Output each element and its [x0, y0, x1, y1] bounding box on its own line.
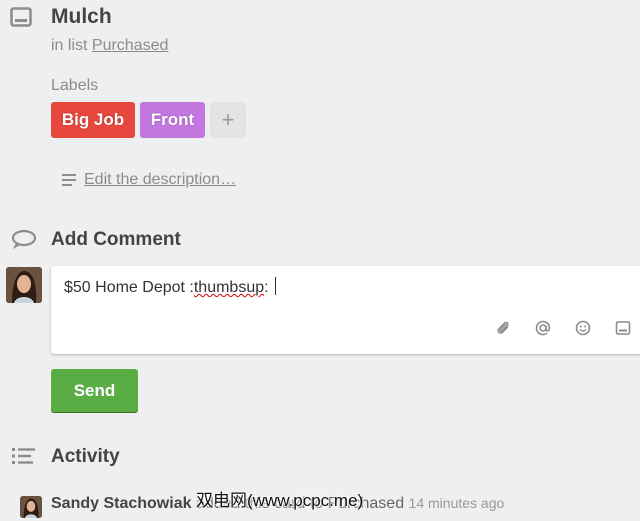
card-list-info: in list Purchased	[51, 37, 168, 55]
comment-text[interactable]: $50 Home Depot :thumbsup:	[64, 277, 277, 297]
activity-user[interactable]: Sandy Stachowiak	[51, 495, 192, 512]
emoji-icon[interactable]	[575, 320, 591, 336]
comment-text-suffix: :	[264, 279, 274, 296]
activity-avatar	[20, 496, 42, 518]
labels-heading: Labels	[51, 77, 99, 94]
in-list-prefix: in list	[51, 37, 88, 54]
text-caret	[275, 277, 277, 295]
at-mention-icon[interactable]	[535, 320, 551, 336]
description-lines-icon	[62, 174, 76, 186]
activity-heading: Activity	[51, 446, 120, 467]
edit-description-link[interactable]: Edit the description…	[84, 171, 236, 189]
watermark: 双电网(www.pcpc.me)	[196, 491, 364, 510]
activity-list-icon	[12, 448, 35, 464]
card-icon[interactable]	[615, 320, 631, 336]
avatar-photo	[20, 496, 42, 518]
card-title[interactable]: Mulch	[51, 5, 112, 29]
comment-text-prefix: $50 Home Depot :	[64, 279, 194, 296]
avatar-photo	[6, 267, 42, 303]
card-icon	[10, 7, 32, 27]
comment-input[interactable]: $50 Home Depot :thumbsup:	[51, 266, 640, 354]
add-label-button[interactable]: +	[210, 102, 246, 138]
label-front[interactable]: Front	[140, 102, 205, 138]
label-big-job[interactable]: Big Job	[51, 102, 135, 138]
avatar	[6, 267, 42, 303]
paperclip-icon[interactable]	[495, 320, 511, 336]
send-button[interactable]: Send	[51, 369, 138, 412]
add-comment-heading: Add Comment	[51, 229, 181, 250]
comment-misspelled-word: thumbsup	[193, 279, 265, 296]
list-name-link[interactable]: Purchased	[92, 37, 169, 54]
activity-time[interactable]: 14 minutes ago	[409, 495, 505, 511]
comment-bubble-icon	[11, 230, 36, 249]
